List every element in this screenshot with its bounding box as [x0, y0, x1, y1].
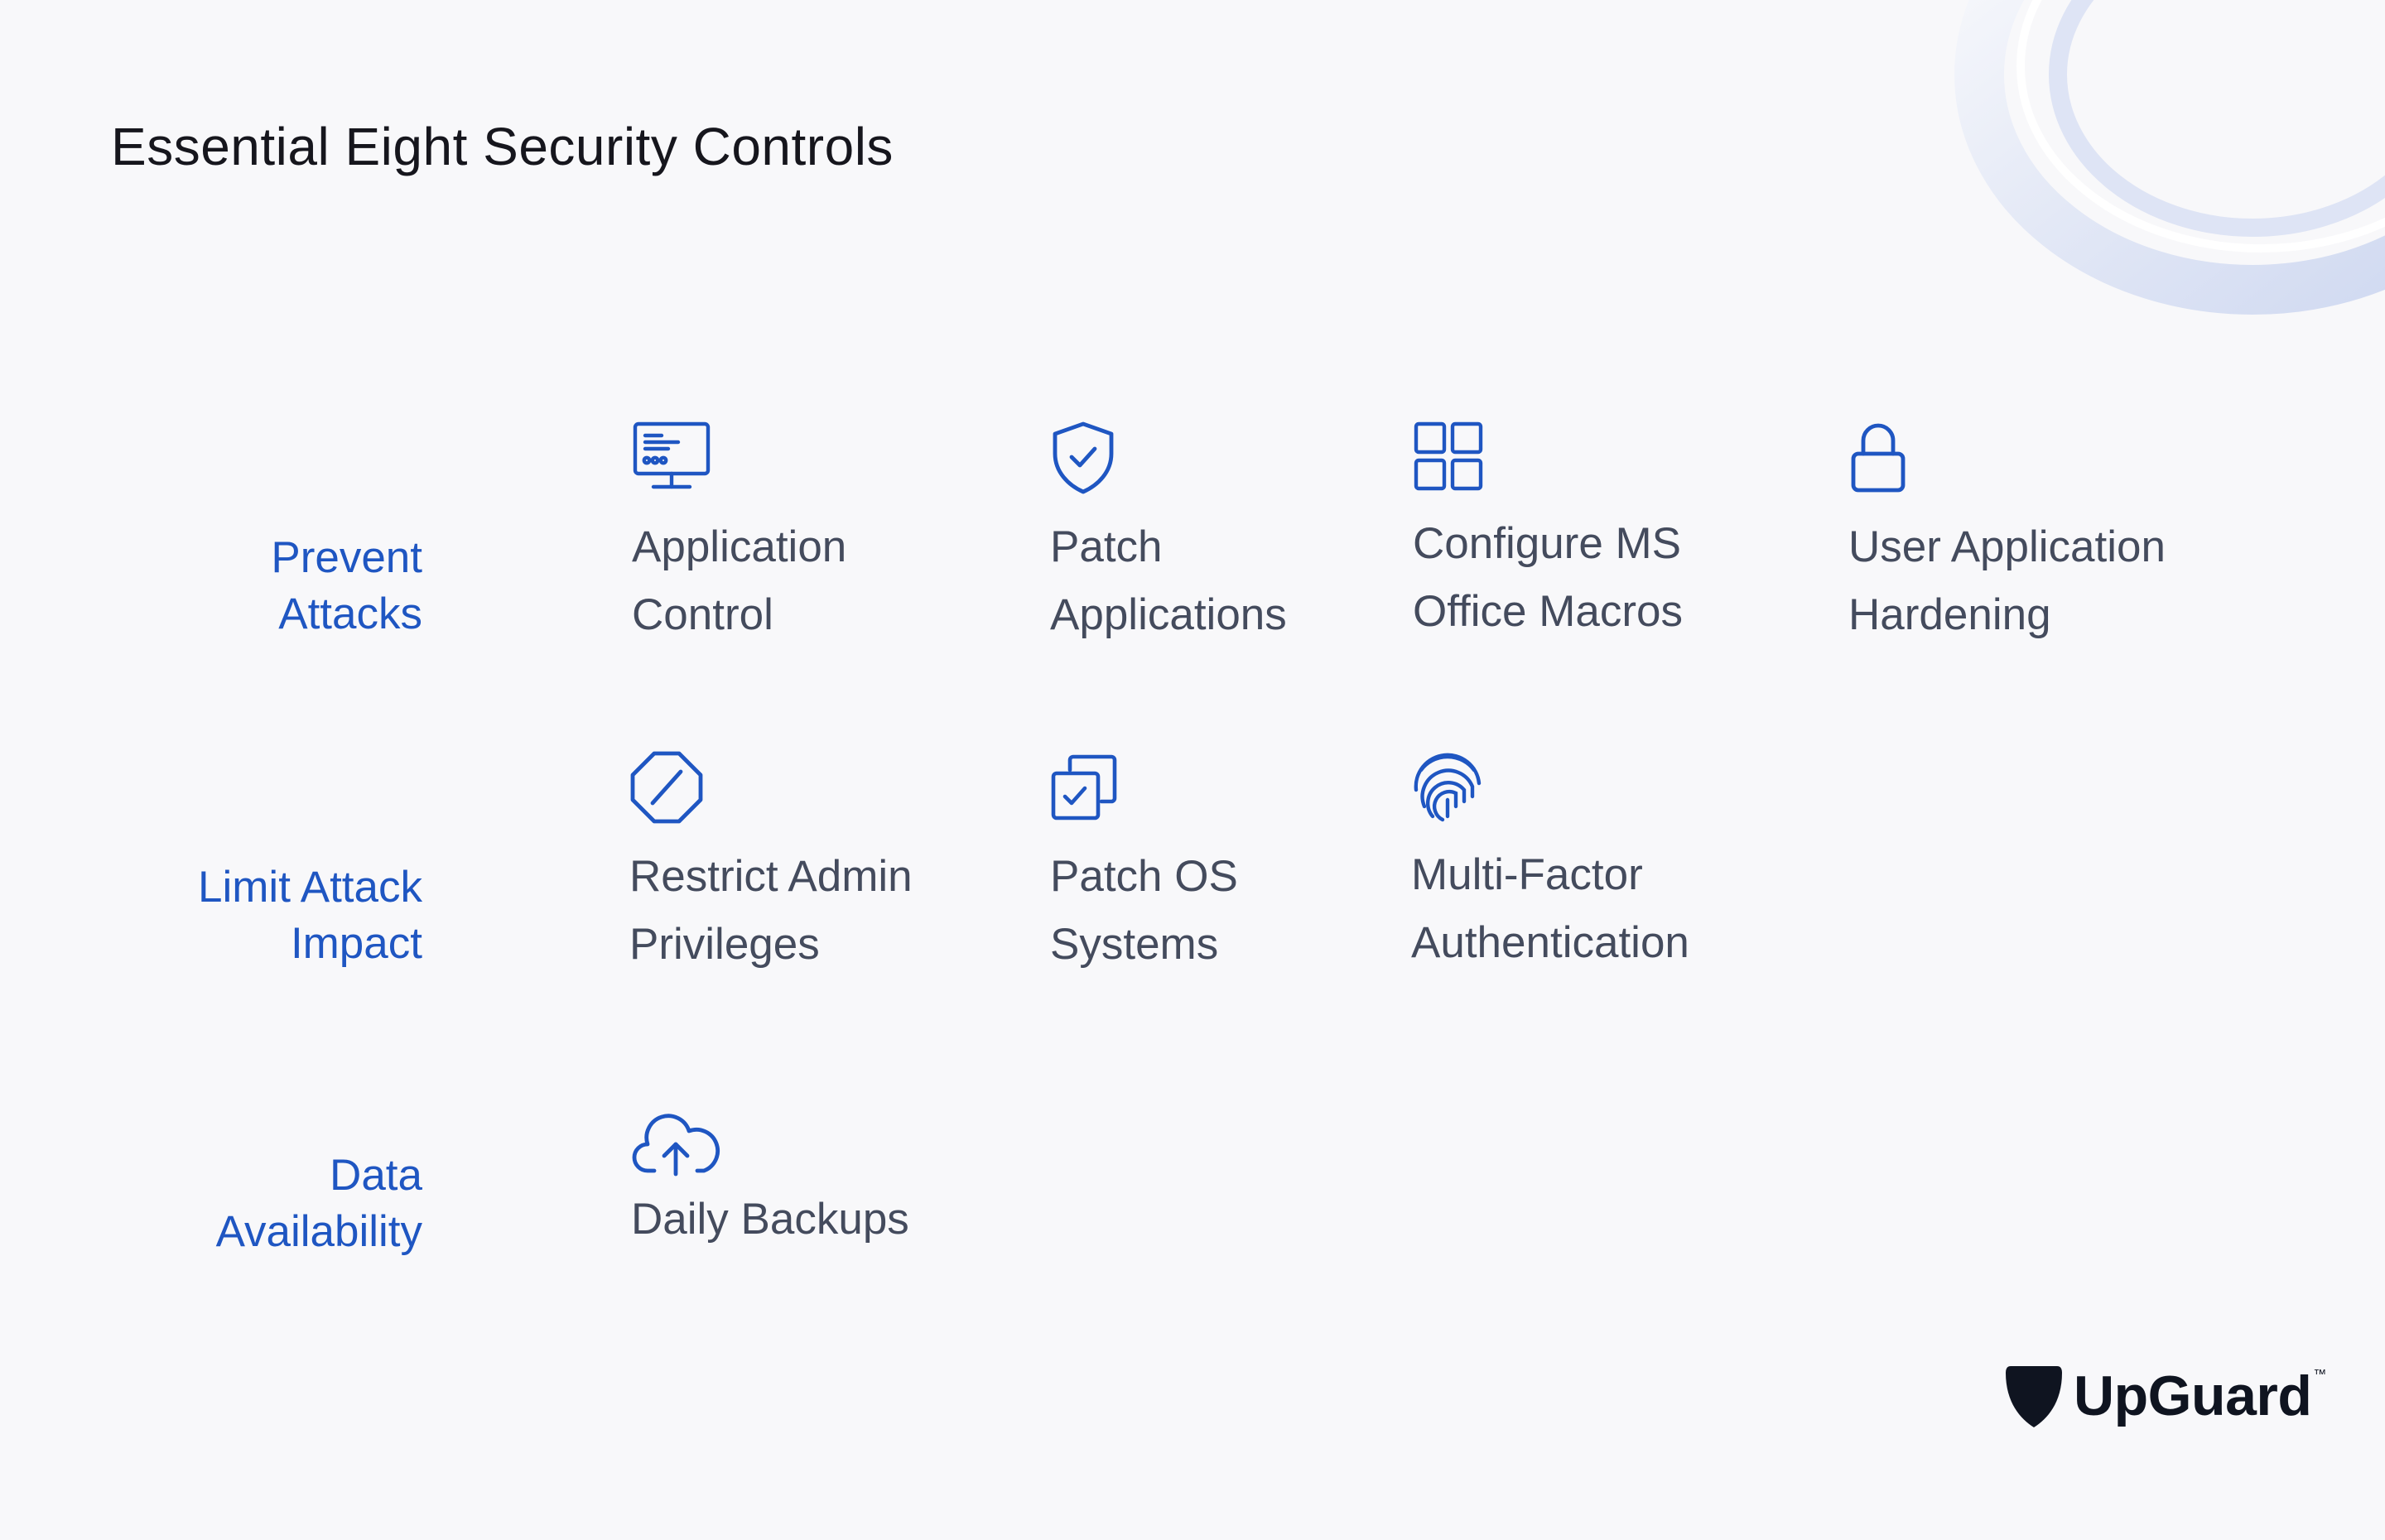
control-label: Application Control — [632, 522, 847, 639]
lock-icon — [1848, 421, 2204, 495]
control-patch-os-systems: Patch OS Systems — [1050, 753, 1406, 979]
logo-trademark: ™ — [2313, 1368, 2327, 1382]
control-restrict-admin-privileges: Restrict Admin Privileges — [629, 750, 985, 979]
control-configure-ms-office-macros: Configure MS Office Macros — [1413, 421, 1769, 646]
group-label-limit-attack-impact: Limit Attack Impact — [198, 863, 422, 968]
control-multi-factor-authentication: Multi-Factor Authentication — [1411, 750, 1767, 977]
shield-check-icon — [1050, 421, 1406, 495]
control-label: Restrict Admin Privileges — [629, 852, 913, 969]
group-label-prevent-attacks: Prevent Attacks — [271, 533, 422, 638]
control-label: Daily Backups — [631, 1195, 909, 1244]
page-title: Essential Eight Security Controls — [111, 117, 894, 176]
control-patch-applications: Patch Applications — [1050, 421, 1406, 649]
group-label-data-availability: Data Availability — [215, 1151, 422, 1256]
upguard-logo: UpGuard ™ — [2004, 1363, 2326, 1429]
control-label: Patch Applications — [1050, 522, 1287, 639]
decorative-ring — [1954, 0, 2385, 315]
control-label: Configure MS Office Macros — [1413, 519, 1683, 636]
control-label: User Application Hardening — [1848, 522, 2166, 639]
control-user-application-hardening: User Application Hardening — [1848, 421, 2204, 649]
control-application-control: Application Control — [632, 421, 988, 649]
prohibited-icon — [629, 750, 985, 825]
grid-icon — [1413, 421, 1769, 492]
control-label: Multi-Factor Authentication — [1411, 850, 1689, 967]
upguard-shield-icon — [2006, 1366, 2062, 1427]
control-label: Patch OS Systems — [1050, 852, 1238, 969]
copy-check-icon — [1050, 753, 1406, 821]
monitor-icon — [632, 421, 988, 495]
cloud-upload-icon — [631, 1111, 987, 1177]
control-daily-backups: Daily Backups — [631, 1111, 987, 1254]
logo-wordmark: UpGuard — [2074, 1364, 2312, 1427]
fingerprint-icon — [1411, 750, 1767, 823]
